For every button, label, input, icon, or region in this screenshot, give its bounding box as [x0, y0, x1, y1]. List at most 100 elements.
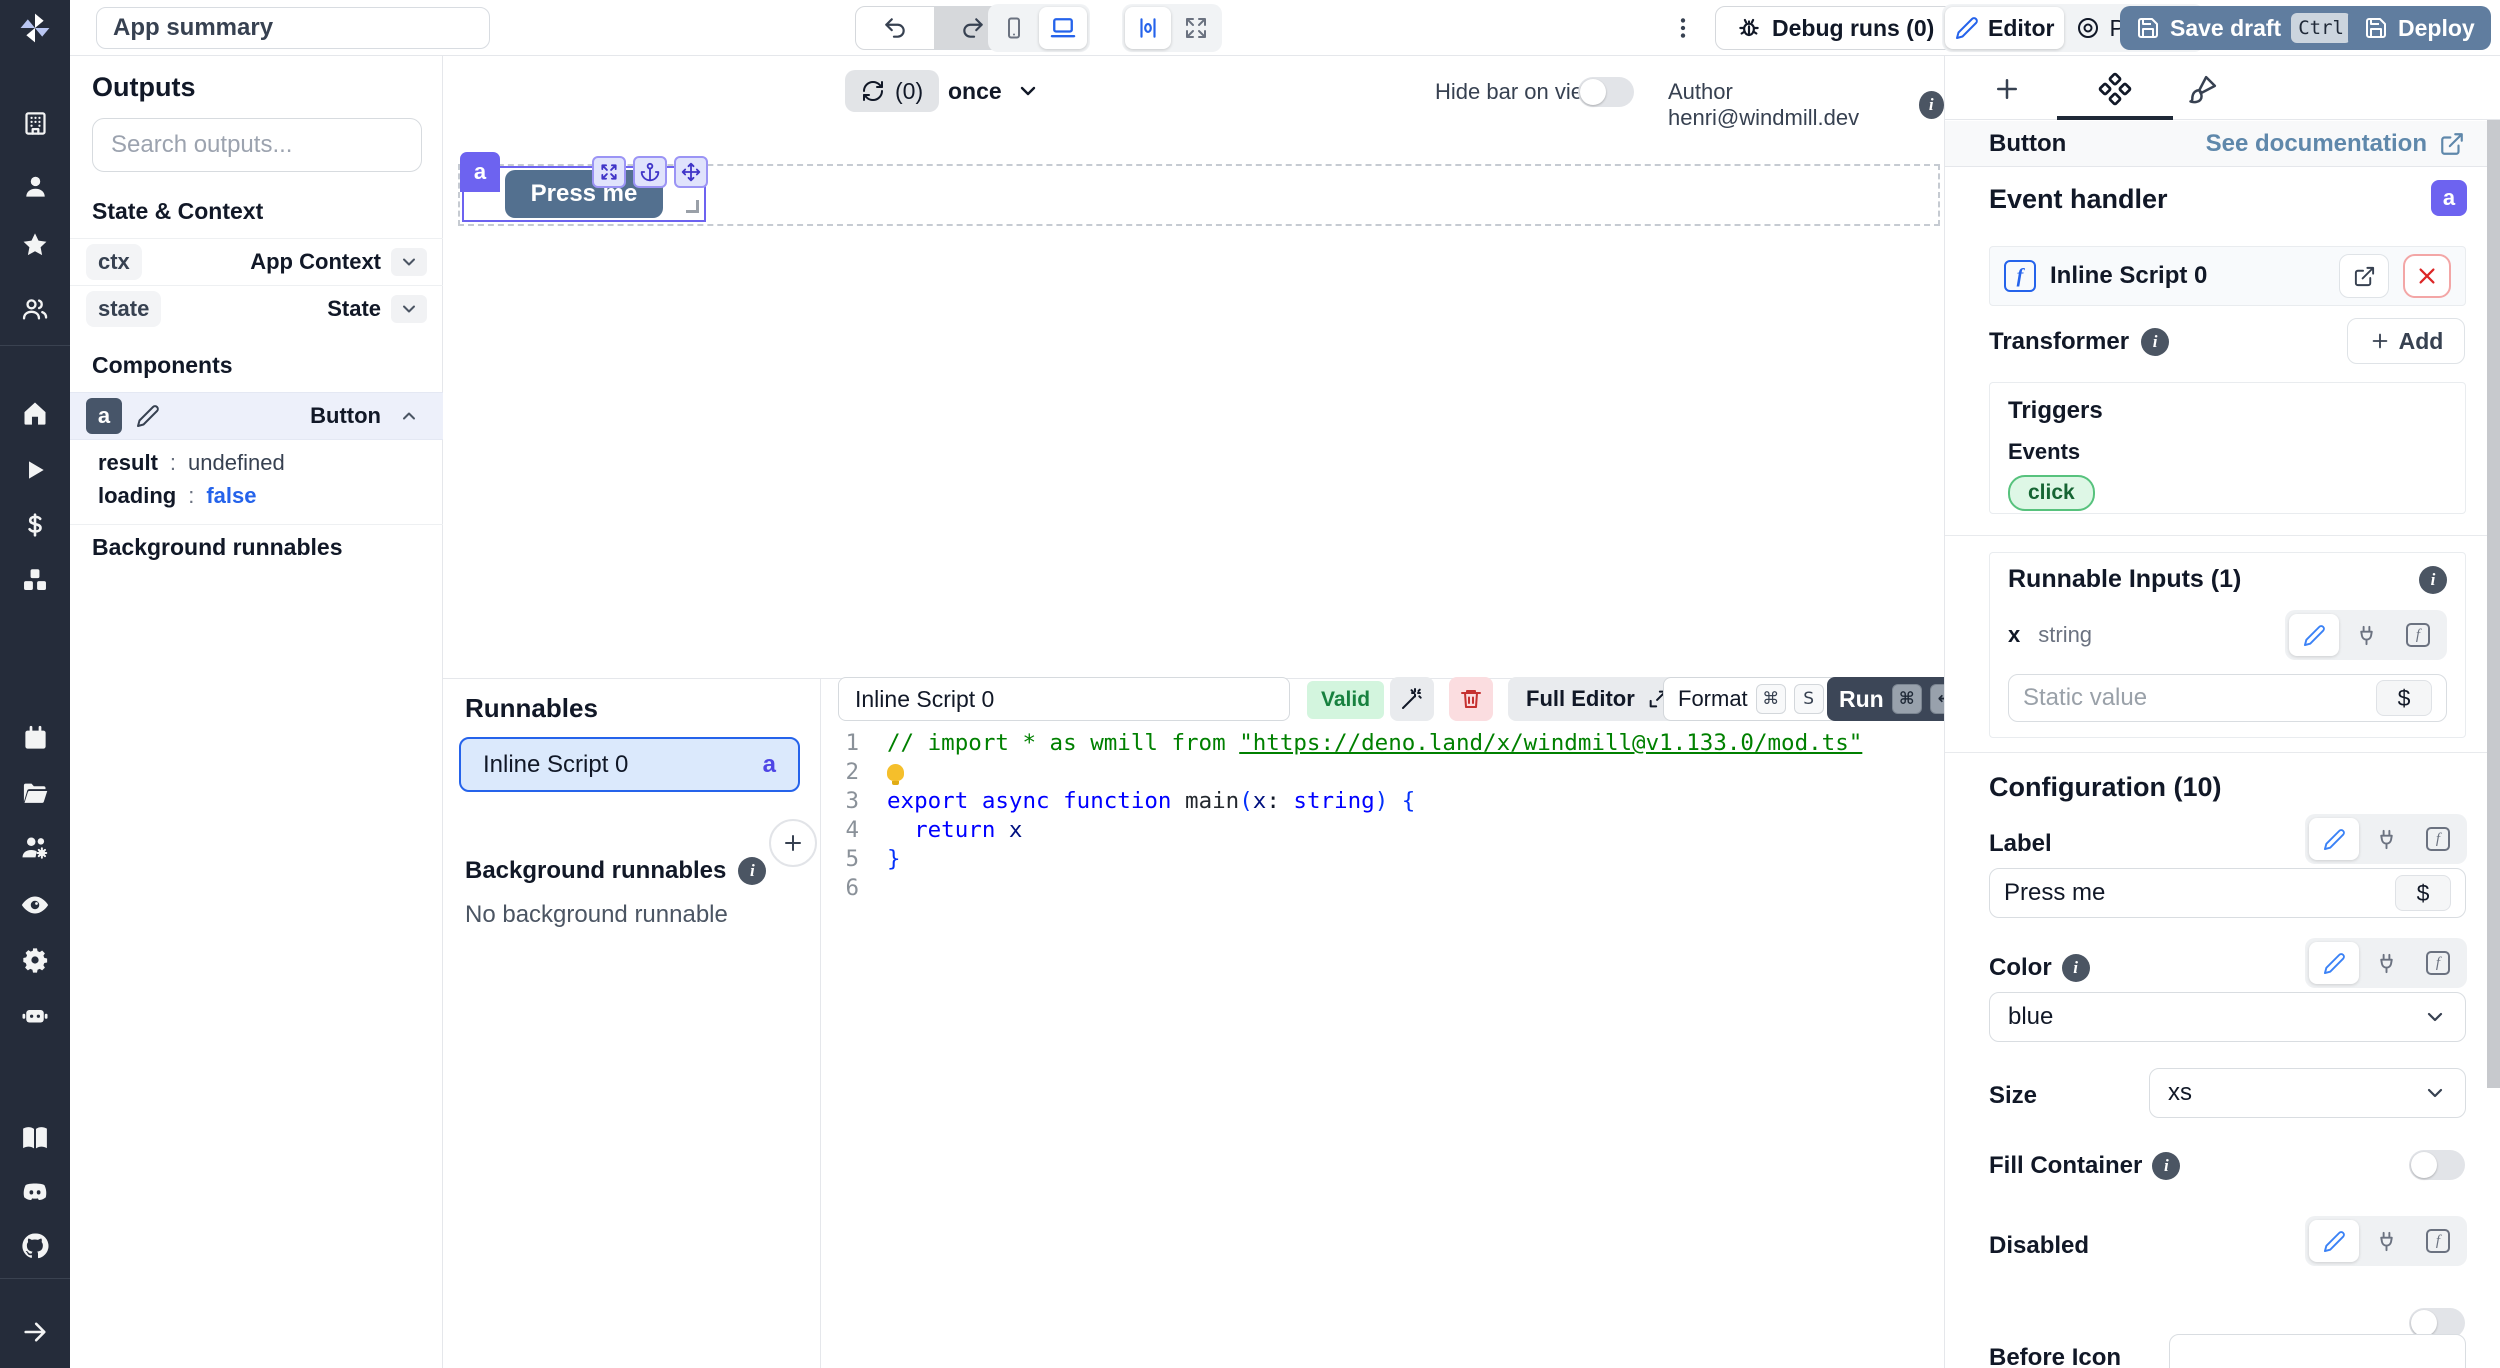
users-icon[interactable] — [0, 289, 70, 329]
no-background-runnable-text: No background runnable — [465, 901, 728, 929]
resize-handle[interactable] — [686, 200, 699, 213]
see-documentation-link[interactable]: See documentation — [2206, 130, 2465, 158]
before-icon-select[interactable] — [2169, 1334, 2466, 1368]
open-script-button[interactable] — [2339, 254, 2389, 298]
hide-bar-toggle[interactable] — [1578, 77, 1634, 107]
full-editor-button[interactable]: Full Editor — [1508, 677, 1687, 721]
format-button[interactable]: Format ⌘ S — [1663, 677, 1839, 721]
move-component-button[interactable] — [674, 156, 708, 188]
editor-tab[interactable]: Editor — [1945, 7, 2064, 49]
state-row[interactable]: state State — [70, 285, 443, 332]
author-label: Author henri@windmill.dev i — [1668, 79, 1944, 131]
color-field-label: Colori — [1989, 954, 2090, 982]
state-expand-button[interactable] — [391, 295, 427, 323]
fill-container-toggle[interactable] — [2409, 1150, 2465, 1180]
info-icon[interactable]: i — [2419, 566, 2447, 594]
static-value-field[interactable]: $ — [2008, 674, 2447, 722]
anchor-component-button[interactable] — [633, 156, 667, 188]
settings-gear-icon[interactable] — [0, 940, 70, 980]
groups-admin-icon[interactable] — [0, 828, 70, 868]
info-icon[interactable]: i — [738, 857, 766, 885]
label-value-field[interactable]: $ — [1989, 868, 2466, 918]
chevron-down-icon — [2423, 1081, 2447, 1105]
insert-component-tab[interactable] — [1987, 70, 2027, 108]
click-event-badge: click — [2008, 475, 2095, 511]
workers-bot-icon[interactable] — [0, 995, 70, 1035]
static-mode-button[interactable] — [2289, 614, 2339, 656]
docs-book-icon[interactable] — [0, 1118, 70, 1158]
undo-button[interactable] — [856, 7, 934, 49]
component-settings-tab[interactable] — [2095, 70, 2135, 108]
input-mode-group: f — [2285, 610, 2447, 660]
expand-component-button[interactable] — [592, 156, 626, 188]
home-icon[interactable] — [0, 393, 70, 433]
folders-icon[interactable] — [0, 773, 70, 813]
styling-brush-tab[interactable] — [2183, 70, 2223, 108]
result-prop[interactable]: result : undefined — [98, 450, 285, 476]
more-menu-button[interactable] — [1666, 13, 1700, 43]
add-background-runnable-button[interactable] — [769, 819, 817, 867]
color-select[interactable]: blue — [1989, 992, 2466, 1042]
static-mode-button[interactable] — [2309, 942, 2359, 984]
static-mode-button[interactable] — [2309, 818, 2359, 860]
connect-mode-button[interactable] — [2361, 942, 2411, 984]
events-label: Events — [2008, 439, 2447, 465]
schedules-calendar-icon[interactable] — [0, 718, 70, 758]
user-icon[interactable] — [0, 166, 70, 206]
ai-wand-button[interactable] — [1390, 677, 1434, 721]
info-icon[interactable]: i — [2062, 954, 2090, 982]
center-align-button[interactable] — [1125, 7, 1171, 49]
connect-mode-button[interactable] — [2361, 1220, 2411, 1262]
resources-boxes-icon[interactable] — [0, 560, 70, 600]
connect-mode-button[interactable] — [2361, 818, 2411, 860]
info-icon[interactable]: i — [2152, 1152, 2180, 1180]
dollar-template-button[interactable]: $ — [2395, 875, 2451, 911]
github-icon[interactable] — [0, 1226, 70, 1266]
info-icon[interactable]: i — [1919, 91, 1944, 119]
debug-runs-button[interactable]: Debug runs (0) — [1715, 6, 1955, 50]
label-value-input[interactable] — [2004, 879, 2395, 907]
fullscreen-button[interactable] — [1173, 7, 1219, 49]
connect-mode-button[interactable] — [2341, 614, 2391, 656]
runs-play-icon[interactable] — [0, 450, 70, 490]
ctx-expand-button[interactable] — [391, 248, 427, 276]
run-mode-dropdown[interactable]: once — [948, 70, 1040, 112]
app-canvas[interactable]: (0) once Hide bar on view Author henri@w… — [443, 56, 1944, 678]
eval-mode-button[interactable]: f — [2413, 942, 2463, 984]
mobile-view-button[interactable] — [991, 7, 1037, 49]
deploy-button[interactable]: Deploy — [2348, 6, 2491, 50]
audit-eye-icon[interactable] — [0, 885, 70, 925]
desktop-view-button[interactable] — [1039, 7, 1087, 49]
outputs-panel: Outputs State & Context ctx App Context … — [70, 56, 443, 1368]
ctx-row[interactable]: ctx App Context — [70, 238, 443, 285]
eval-mode-button[interactable]: f — [2413, 1220, 2463, 1262]
static-mode-button[interactable] — [2309, 1220, 2359, 1262]
component-a-row[interactable]: a Button — [70, 392, 443, 440]
variables-dollar-icon[interactable] — [0, 505, 70, 545]
loading-prop[interactable]: loading : false — [98, 483, 257, 509]
refresh-button[interactable]: (0) — [845, 70, 939, 112]
search-outputs-input[interactable] — [92, 118, 422, 172]
info-icon[interactable]: i — [2141, 328, 2169, 356]
component-collapse-button[interactable] — [391, 402, 427, 430]
eval-mode-button[interactable]: f — [2413, 818, 2463, 860]
windmill-logo[interactable] — [0, 8, 70, 48]
code-lines[interactable]: 1// import * as wmill from "https://deno… — [821, 729, 1944, 903]
dollar-template-button[interactable]: $ — [2376, 680, 2432, 716]
size-select[interactable]: xs — [2149, 1068, 2466, 1118]
static-value-input[interactable] — [2023, 684, 2376, 712]
delete-script-button[interactable] — [1449, 677, 1493, 721]
panel-scrollbar[interactable] — [2487, 120, 2500, 1088]
eval-mode-button[interactable]: f — [2393, 614, 2443, 656]
app-summary-input[interactable] — [96, 7, 490, 49]
add-transformer-button[interactable]: Add — [2347, 318, 2465, 364]
collapse-arrow-icon[interactable] — [0, 1312, 70, 1352]
rename-pencil-icon[interactable] — [136, 404, 160, 428]
inline-script-item[interactable]: Inline Script 0 a — [459, 737, 800, 792]
refresh-icon — [861, 79, 885, 103]
workspace-icon[interactable] — [0, 103, 70, 143]
remove-script-button[interactable] — [2403, 254, 2451, 298]
favorites-star-icon[interactable] — [0, 225, 70, 265]
discord-icon[interactable] — [0, 1172, 70, 1212]
script-name-input[interactable] — [838, 677, 1290, 721]
